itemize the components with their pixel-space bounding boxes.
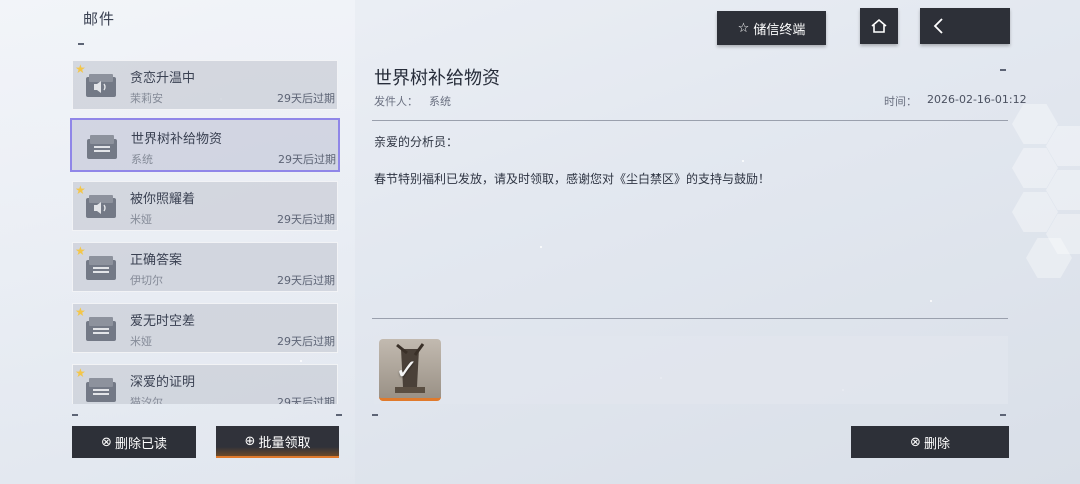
close-circle-icon: ⊗ <box>910 434 921 450</box>
delete-read-button[interactable]: ⊗ 删除已读 <box>72 426 196 458</box>
batch-claim-button[interactable]: ⊕ 批量领取 <box>216 426 339 458</box>
snow-particle <box>930 300 932 302</box>
detail-divider <box>372 120 1008 121</box>
divider-mark <box>72 414 78 416</box>
mail-greeting: 亲爱的分析员： <box>374 135 459 149</box>
home-button[interactable] <box>860 8 898 44</box>
checkmark-icon: ✓ <box>395 353 419 386</box>
divider-mark <box>372 414 378 416</box>
storage-terminal-button[interactable]: ☆ 储信终端 <box>717 11 826 45</box>
mail-sender: 伊切尔 <box>130 274 163 287</box>
mail-sender: 茉莉安 <box>130 92 163 105</box>
page-title: 邮件 <box>83 10 116 28</box>
attachment-divider <box>372 318 1008 319</box>
speaker-mail-icon <box>86 74 116 97</box>
mail-title: 贪恋升温中 <box>130 71 196 86</box>
mail-list[interactable]: ★ 贪恋升温中 茉莉安 29天后过期 世界树补给物资 系统 29天后过期 ★ 被 <box>70 58 340 404</box>
mail-expire-text: 29天后过期 <box>277 335 335 348</box>
divider-mark <box>78 43 84 45</box>
mail-body: 春节特别福利已发放，请及时领取，感谢您对《尘白禁区》的支持与鼓励！ <box>374 172 771 186</box>
sender-value: 系统 <box>429 95 451 108</box>
download-circle-icon: ⊕ <box>244 433 256 449</box>
inbox-mail-icon <box>87 135 117 159</box>
mail-sender: 米娅 <box>130 335 152 348</box>
star-outline-icon: ☆ <box>737 20 750 36</box>
mail-list-item[interactable]: ★ 贪恋升温中 茉莉安 29天后过期 <box>72 60 338 110</box>
mail-list-item[interactable]: ★ 深爱的证明 猫汐尔 29天后过期 <box>72 364 338 404</box>
mail-sender: 米娅 <box>130 213 152 226</box>
attachment-item[interactable]: ✓ <box>379 339 441 401</box>
sender-label: 发件人： <box>374 95 418 108</box>
home-icon <box>871 18 887 33</box>
batch-claim-label: 批量领取 <box>258 435 311 451</box>
mail-title: 爱无时空差 <box>130 314 196 329</box>
delete-label: 删除 <box>923 436 950 452</box>
mail-expire-text: 29天后过期 <box>277 396 335 404</box>
mail-expire-text: 29天后过期 <box>278 153 336 166</box>
mail-list-item-selected[interactable]: 世界树补给物资 系统 29天后过期 <box>70 118 340 172</box>
divider-mark <box>336 414 342 416</box>
speaker-mail-icon <box>86 195 116 218</box>
delete-button[interactable]: ⊗ 删除 <box>851 426 1009 458</box>
mail-expire-text: 29天后过期 <box>277 92 335 105</box>
mail-title: 正确答案 <box>130 253 183 268</box>
mail-detail-title: 世界树补给物资 <box>374 68 500 89</box>
chevron-left-icon <box>933 18 943 34</box>
inbox-mail-icon <box>86 256 116 280</box>
mail-title: 被你照耀着 <box>130 192 196 207</box>
mail-expire-text: 29天后过期 <box>277 213 335 226</box>
divider-mark <box>1000 69 1006 71</box>
time-label: 时间： <box>884 95 917 108</box>
delete-read-label: 删除已读 <box>114 436 167 452</box>
attachment-area: ✓ <box>374 336 1008 404</box>
mail-sender: 系统 <box>131 153 153 166</box>
snow-particle <box>742 160 744 162</box>
mail-sender: 猫汐尔 <box>130 396 163 404</box>
back-button[interactable] <box>920 8 1010 44</box>
mail-expire-text: 29天后过期 <box>277 274 335 287</box>
mail-list-item[interactable]: ★ 被你照耀着 米娅 29天后过期 <box>72 181 338 231</box>
mail-title: 深爱的证明 <box>130 375 196 390</box>
inbox-mail-icon <box>86 378 116 402</box>
storage-terminal-label: 储信终端 <box>753 22 806 38</box>
mail-list-item[interactable]: ★ 爱无时空差 米娅 29天后过期 <box>72 303 338 353</box>
snow-particle <box>540 246 542 248</box>
time-value: 2026-02-16-01:12 <box>927 93 1027 106</box>
inbox-mail-icon <box>86 317 116 341</box>
divider-mark <box>1000 414 1006 416</box>
mail-list-item[interactable]: ★ 正确答案 伊切尔 29天后过期 <box>72 242 338 292</box>
close-circle-icon: ⊗ <box>101 434 112 450</box>
mail-title: 世界树补给物资 <box>131 132 223 147</box>
